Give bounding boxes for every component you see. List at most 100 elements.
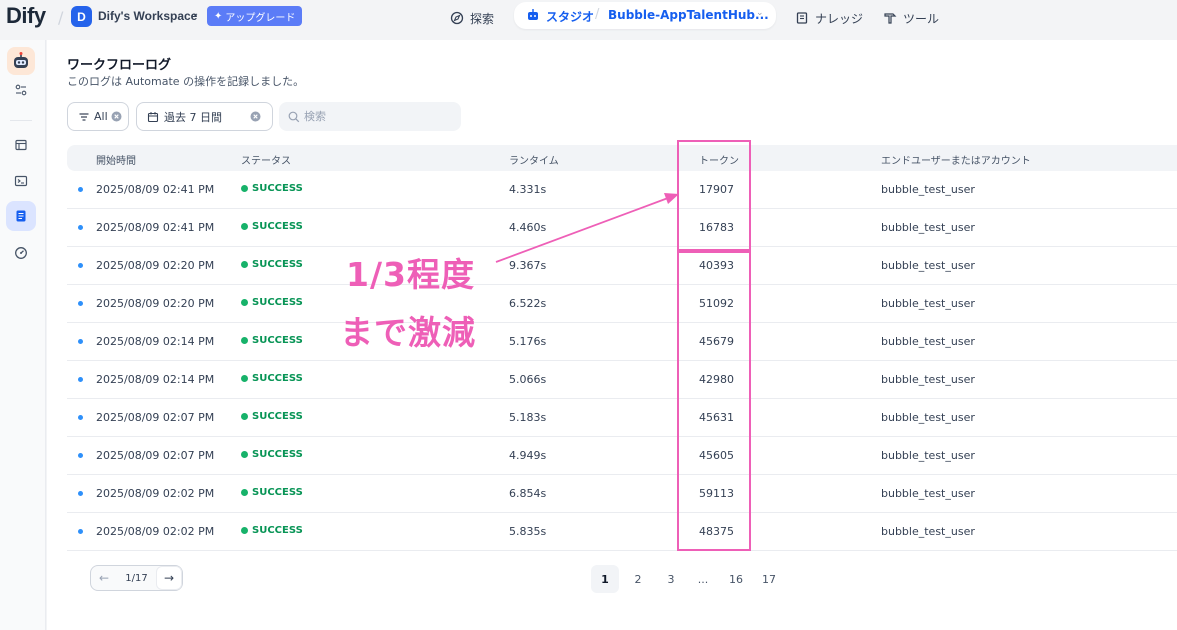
page-count: 1/17 — [125, 572, 148, 584]
table-row[interactable]: 2025/08/09 02:07 PM SUCCESS 5.183s 45631 bub… — [67, 399, 1177, 437]
table-row[interactable]: 2025/08/09 02:02 PM SUCCESS 5.835s 48375 bub… — [67, 513, 1177, 551]
success-dot-icon — [241, 451, 248, 458]
pagination-stepper: ← 1/17 → — [90, 565, 183, 591]
arrow-left-icon[interactable]: ← — [91, 566, 117, 590]
cell-start-time: 2025/08/09 02:07 PM — [96, 449, 215, 462]
cell-runtime: 4.331s — [509, 183, 547, 196]
layout-icon[interactable] — [13, 137, 29, 153]
success-dot-icon — [241, 223, 248, 230]
cell-runtime: 4.949s — [509, 449, 547, 462]
nav-knowledge[interactable]: ナレッジ — [795, 7, 863, 29]
row-indicator-dot — [78, 225, 83, 230]
row-indicator-dot — [78, 301, 83, 306]
row-indicator-dot — [78, 187, 83, 192]
workspace-name[interactable]: Dify's Workspace — [98, 9, 197, 23]
status-text: SUCCESS — [252, 259, 303, 270]
table-row[interactable]: 2025/08/09 02:02 PM SUCCESS 6.854s 59113 bub… — [67, 475, 1177, 513]
cell-user: bubble_test_user — [881, 335, 975, 348]
status-badge: SUCCESS — [241, 335, 303, 346]
search-input[interactable] — [304, 110, 454, 123]
success-dot-icon — [241, 299, 248, 306]
cell-start-time: 2025/08/09 02:02 PM — [96, 525, 215, 538]
cell-user: bubble_test_user — [881, 183, 975, 196]
cell-runtime: 6.522s — [509, 297, 547, 310]
page-number[interactable]: 16 — [722, 565, 750, 593]
calendar-icon — [147, 111, 159, 122]
upgrade-button[interactable]: ✦ アップグレード — [207, 6, 303, 26]
app-robot-icon[interactable] — [7, 47, 35, 75]
sliders-icon[interactable] — [13, 82, 29, 98]
status-text: SUCCESS — [252, 411, 303, 422]
chevron-down-icon[interactable]: ⌄ — [756, 8, 764, 18]
search-box[interactable] — [279, 102, 461, 131]
terminal-icon[interactable] — [13, 173, 29, 189]
cell-runtime: 5.176s — [509, 335, 547, 348]
gauge-icon[interactable] — [13, 245, 29, 261]
table-row[interactable]: 2025/08/09 02:20 PM SUCCESS 9.367s 40393 bub… — [67, 247, 1177, 285]
workspace-avatar[interactable]: D — [71, 6, 92, 27]
cell-user: bubble_test_user — [881, 525, 975, 538]
table-row[interactable]: 2025/08/09 02:14 PM SUCCESS 5.176s 45679 bub… — [67, 323, 1177, 361]
cell-user: bubble_test_user — [881, 221, 975, 234]
row-indicator-dot — [78, 491, 83, 496]
annotation-line-1: 1/3程度 — [346, 255, 475, 294]
hammer-icon — [884, 13, 897, 24]
status-text: SUCCESS — [252, 449, 303, 460]
cell-runtime: 4.460s — [509, 221, 547, 234]
table-row[interactable]: 2025/08/09 02:07 PM SUCCESS 4.949s 45605 bub… — [67, 437, 1177, 475]
nav-studio-label[interactable]: スタジオ — [546, 8, 594, 25]
page-number[interactable]: 2 — [624, 565, 652, 593]
cell-start-time: 2025/08/09 02:14 PM — [96, 335, 215, 348]
page-subtitle: このログは Automate の操作を記録しました。 — [67, 75, 305, 88]
success-dot-icon — [241, 337, 248, 344]
dify-logo[interactable]: Dify — [6, 3, 46, 29]
header-start-time[interactable]: 開始時間 — [96, 152, 136, 167]
status-badge: SUCCESS — [241, 411, 303, 422]
status-text: SUCCESS — [252, 525, 303, 536]
cell-start-time: 2025/08/09 02:41 PM — [96, 183, 215, 196]
page-number[interactable]: 17 — [755, 565, 783, 593]
page-number[interactable]: 1 — [591, 565, 619, 593]
status-badge: SUCCESS — [241, 297, 303, 308]
status-filter[interactable]: All — [67, 102, 129, 131]
log-document-icon[interactable] — [13, 208, 29, 224]
period-filter[interactable]: 過去 7 日間 — [136, 102, 273, 131]
highlight-box-bottom — [677, 251, 751, 551]
cell-runtime: 6.854s — [509, 487, 547, 500]
filter-icon — [79, 112, 89, 121]
breadcrumb-separator: / — [595, 7, 600, 22]
row-indicator-dot — [78, 453, 83, 458]
nav-explore[interactable]: 探索 — [450, 7, 494, 29]
cell-runtime: 5.066s — [509, 373, 547, 386]
cell-runtime: 5.183s — [509, 411, 547, 424]
status-badge: SUCCESS — [241, 449, 303, 460]
nav-tools[interactable]: ツール — [883, 7, 939, 29]
chevron-down-icon[interactable]: ⌄ — [191, 8, 199, 19]
top-bar: Dify / D Dify's Workspace ⌄ ✦ アップグレード 探索… — [0, 0, 1177, 40]
success-dot-icon — [241, 489, 248, 496]
arrow-right-icon[interactable]: → — [156, 566, 182, 590]
compass-icon — [450, 11, 464, 25]
table-row[interactable]: 2025/08/09 02:14 PM SUCCESS 5.066s 42980 bub… — [67, 361, 1177, 399]
clear-icon[interactable] — [111, 111, 122, 122]
annotation-line-2: まで激減 — [340, 313, 476, 352]
current-app-name[interactable]: Bubble-AppTalentHub... — [608, 8, 769, 22]
status-badge: SUCCESS — [241, 373, 303, 384]
row-indicator-dot — [78, 263, 83, 268]
status-text: SUCCESS — [252, 335, 303, 346]
table-row[interactable]: 2025/08/09 02:41 PM SUCCESS 4.331s 17907 bub… — [67, 171, 1177, 209]
period-filter-value: 過去 7 日間 — [164, 110, 222, 124]
main-panel: ワークフローログ このログは Automate の操作を記録しました。 All … — [47, 40, 1177, 630]
studio-app-switcher[interactable]: スタジオ / Bubble-AppTalentHub... ⌄ — [514, 2, 776, 29]
status-badge: SUCCESS — [241, 487, 303, 498]
table-row[interactable]: 2025/08/09 02:20 PM SUCCESS 6.522s 51092 bub… — [67, 285, 1177, 323]
highlight-box-top — [677, 140, 751, 251]
row-indicator-dot — [78, 415, 83, 420]
cell-user: bubble_test_user — [881, 373, 975, 386]
page-number[interactable]: 3 — [657, 565, 685, 593]
table-row[interactable]: 2025/08/09 02:41 PM SUCCESS 4.460s 16783 bub… — [67, 209, 1177, 247]
cell-user: bubble_test_user — [881, 449, 975, 462]
clear-icon[interactable] — [250, 111, 261, 122]
status-text: SUCCESS — [252, 373, 303, 384]
cell-start-time: 2025/08/09 02:20 PM — [96, 297, 215, 310]
